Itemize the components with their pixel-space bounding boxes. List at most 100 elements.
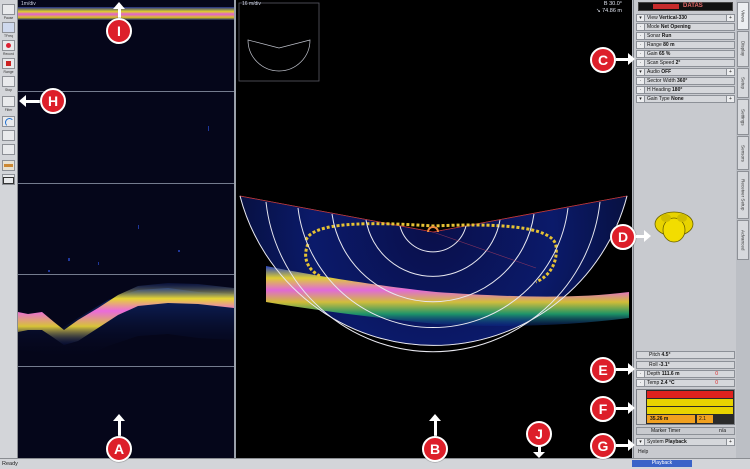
overview-inset-frame <box>238 2 320 82</box>
status-text: Ready <box>2 461 18 467</box>
range-row[interactable]: · Range 80 m <box>636 41 735 49</box>
logo-text: DATAS <box>683 3 703 9</box>
help-link[interactable]: Help <box>638 449 648 455</box>
arrow-j-head <box>533 452 545 458</box>
bearing-readout: B 30.0° <box>603 1 622 7</box>
callout-b: B <box>422 436 448 462</box>
filter-label: Filter <box>4 108 13 112</box>
callout-c: C <box>590 47 616 73</box>
temp-alarm-value: 0 <box>715 380 718 386</box>
tab-setup[interactable]: Setup <box>737 68 749 98</box>
depth-alarm-value: 0 <box>715 371 718 377</box>
audio-dropdown-icon[interactable]: ▾ <box>637 69 645 75</box>
record-label: Record <box>3 52 14 56</box>
control-panel: DATAS ▾ View Vertical-330 + · Mode Net Open… <box>633 0 737 458</box>
gain-row[interactable]: · Gain 65 % <box>636 50 735 58</box>
audio-row[interactable]: ▾ Audio OFF + <box>636 68 735 76</box>
grid-icon <box>3 177 14 184</box>
trawl-sensor-panel: 35.26 m 2.1 <box>636 389 735 425</box>
record-icon <box>6 43 11 48</box>
stop-button[interactable] <box>2 76 15 87</box>
measure-tool-button[interactable] <box>2 130 15 141</box>
callout-i: I <box>106 18 132 44</box>
heading-toggle[interactable]: · <box>637 87 645 93</box>
tab-settings[interactable]: Settings <box>737 99 749 135</box>
echogram-view[interactable]: 1m/div <box>18 0 236 458</box>
pause-button[interactable] <box>2 4 15 15</box>
tab-views[interactable]: Views <box>737 2 749 30</box>
depth-toggle[interactable]: · <box>637 371 645 377</box>
record-button[interactable] <box>2 40 15 51</box>
grid-tool-button[interactable] <box>2 174 15 185</box>
arrow-a-head <box>113 414 125 421</box>
range-toggle[interactable]: · <box>637 42 645 48</box>
yellow-bar-2 <box>647 407 733 414</box>
pause-label: Pause <box>3 16 14 20</box>
scan-speed-toggle[interactable]: · <box>637 60 645 66</box>
depth-gridline <box>18 274 234 275</box>
arc-tool-button[interactable] <box>2 116 15 127</box>
view-add-button[interactable]: + <box>726 15 734 21</box>
marker-timer-row: Marker Timer n/a <box>636 427 735 435</box>
audio-add-button[interactable]: + <box>726 69 734 75</box>
sonar-row[interactable]: · Sonar Run <box>636 32 735 40</box>
depth-gridline <box>18 183 234 184</box>
tab-advanced[interactable]: Advanced <box>737 220 749 260</box>
system-dropdown-icon[interactable]: ▾ <box>637 439 645 445</box>
view-dropdown-icon[interactable]: ▾ <box>637 15 645 21</box>
temp-toggle[interactable]: · <box>637 380 645 386</box>
tab-display[interactable]: Display <box>737 31 749 67</box>
tab-sensors[interactable]: Sensors <box>737 136 749 170</box>
callout-a: A <box>106 436 132 462</box>
callout-h: H <box>40 88 66 114</box>
gain-toggle[interactable]: · <box>637 51 645 57</box>
brand-logo: DATAS <box>638 2 733 11</box>
sonar-toggle[interactable]: · <box>637 33 645 39</box>
surface-echo-band <box>18 7 234 20</box>
filter-button[interactable] <box>2 96 15 107</box>
scatter-speckles <box>48 126 209 272</box>
scan-speed-row[interactable]: · Scan Speed 2° <box>636 59 735 67</box>
alarm-red-bar <box>647 391 733 398</box>
depth-row: · Depth 111.6 m0 <box>636 370 735 378</box>
angle-tool-button[interactable] <box>2 144 15 155</box>
playback-mode-indicator: Playback <box>632 460 692 467</box>
system-row[interactable]: ▾ System Playback + <box>636 438 735 446</box>
net-distance-value: 35.26 m <box>647 415 695 423</box>
arrow-d-head <box>644 230 651 242</box>
gain-type-dropdown-icon[interactable]: ▾ <box>637 96 645 102</box>
arrow-a-shaft <box>118 420 121 436</box>
arrow-e-head <box>628 363 635 375</box>
callout-f: F <box>590 396 616 422</box>
arc-icon <box>5 118 14 127</box>
marker-timer-value: n/a <box>719 428 726 434</box>
arrow-c-head <box>628 53 635 65</box>
arrow-g-head <box>628 439 635 451</box>
side-tab-strip: Views Display Setup Settings Sensors Rec… <box>736 0 750 458</box>
range-button[interactable] <box>2 58 15 69</box>
overview-fan-shape <box>247 39 311 72</box>
gain-type-row[interactable]: ▾ Gain Type None + <box>636 95 735 103</box>
mode-row[interactable]: · Mode Net Opening <box>636 23 735 31</box>
arrow-f-head <box>628 402 635 414</box>
sonar-fan-view[interactable]: 16 m/div B 30.0° ↘ 74.86 m <box>236 0 632 458</box>
arrow-i-head <box>113 2 125 9</box>
callout-j: J <box>526 421 552 447</box>
system-add-button[interactable]: + <box>726 439 734 445</box>
heading-row[interactable]: · H Heading 180° <box>636 86 735 94</box>
arrow-b-head <box>429 414 441 421</box>
roll-row: Roll -3.1° <box>636 361 735 369</box>
trawl-small-value: 2.1 <box>697 415 713 423</box>
mode-toggle[interactable]: · <box>637 24 645 30</box>
sector-width-row[interactable]: · Sector Width 360° <box>636 77 735 85</box>
stop-label: Stop <box>5 88 12 92</box>
gain-type-add-button[interactable]: + <box>726 96 734 102</box>
arrow-h-shaft <box>26 100 40 103</box>
tab-receiver-setup[interactable]: Receiver Setup <box>737 171 749 219</box>
depth-gridline <box>18 366 234 367</box>
target-icon <box>4 164 13 167</box>
tfreq-button[interactable] <box>2 22 15 33</box>
target-tool-button[interactable] <box>2 160 15 171</box>
view-row[interactable]: ▾ View Vertical-330 + <box>636 14 735 22</box>
sector-width-toggle[interactable]: · <box>637 78 645 84</box>
